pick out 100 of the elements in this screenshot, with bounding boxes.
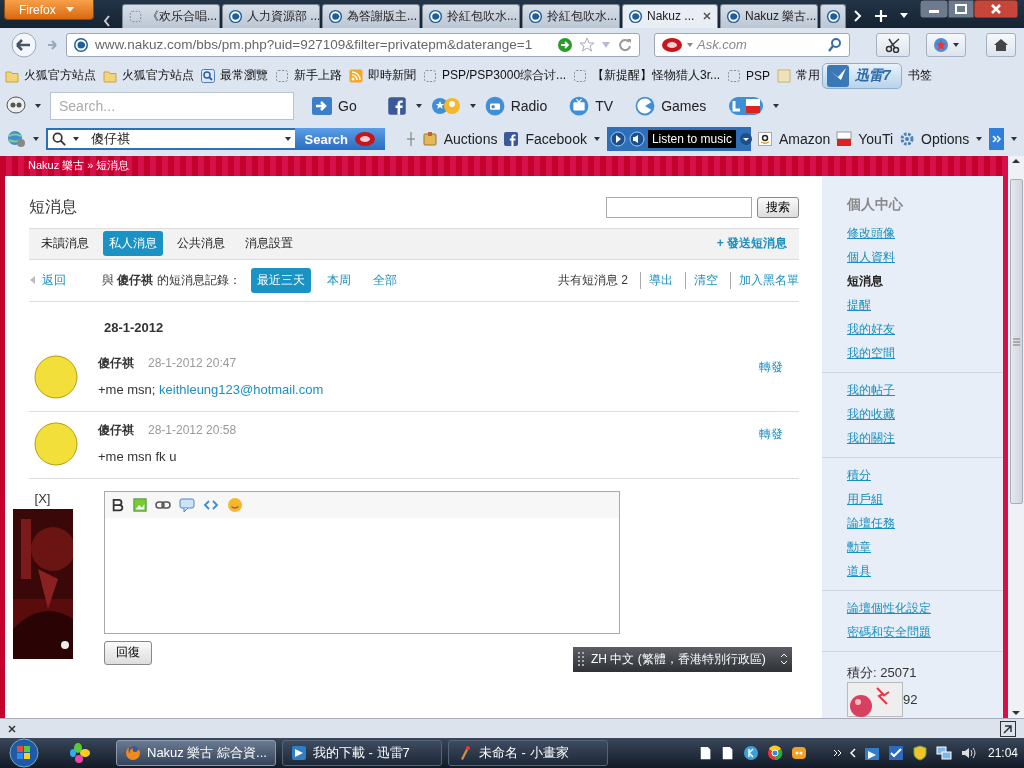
toolbar-link[interactable]: TV [569,96,614,117]
chrome-icon[interactable] [766,745,783,761]
scissors-button[interactable] [876,32,910,57]
go-button[interactable]: Go [312,97,357,116]
forward-link[interactable]: 轉發 [759,358,783,399]
reload-icon[interactable] [617,36,633,53]
toolbar-link[interactable]: Amazon [756,131,831,148]
caret-icon[interactable] [284,137,291,142]
message-tab[interactable]: 公共消息 [171,231,231,257]
search-button[interactable]: 搜索 [757,197,799,219]
search-field[interactable] [606,197,752,219]
range-filter[interactable]: 全部 [366,267,403,293]
globe-icon[interactable] [6,129,26,150]
star-icon[interactable] [579,36,595,53]
facebook-icon[interactable] [386,96,407,117]
music-player[interactable]: Listen to music [606,127,751,152]
pinwheel-icon[interactable] [70,743,90,763]
toolbar-link[interactable]: Radio [484,96,548,117]
search-field[interactable]: Ask.com [654,32,850,57]
bookmark-item[interactable]: PSP/PSP3000综合讨... [422,67,567,85]
taskbar-button[interactable]: 未命名 - 小畫家 [448,740,608,766]
smiley-icon[interactable] [227,496,243,513]
check-shield-icon[interactable] [887,745,904,761]
back-link[interactable]: 返回 [42,271,66,289]
scroll-thumb[interactable] [1009,179,1023,505]
close-ad-link[interactable]: [X] [34,490,51,506]
toolbar-link[interactable]: Games [635,96,707,117]
browser-tab[interactable]: Nakuz 樂古... [720,3,818,28]
social-icons[interactable] [728,95,765,118]
bookmark-item[interactable]: 【新提醒】怪物猎人3r... [572,67,721,85]
chevron-icon[interactable] [832,749,842,757]
browser-tab[interactable]: 《欢乐合唱... [122,3,220,28]
toolbar-link[interactable]: Options [899,131,970,148]
toolbar-link[interactable]: Auctions [421,131,498,148]
message-tab[interactable]: 消息設置 [239,231,299,257]
chat-face-icon[interactable] [790,745,807,761]
bookmark-item[interactable]: 最常瀏覽 [200,67,268,85]
sidebar-link[interactable]: 短消息 [847,273,883,291]
message-tab[interactable]: 未讀消息 [35,231,95,257]
scroll-left-icon[interactable] [102,13,112,28]
forward-link[interactable]: 轉發 [759,425,783,466]
close-icon[interactable] [8,724,16,733]
play-icon[interactable] [609,131,626,148]
taskbar-button[interactable]: Nakuz 樂古 綜合資... [116,740,276,766]
minimize-icon[interactable] [920,0,948,18]
address-field[interactable]: www.nakuz.com/bbs/pm.php?uid=927109&filter=privatepm&daterange=1 [66,32,640,57]
quote-bubble-icon[interactable] [179,496,195,513]
volume-icon[interactable] [959,745,976,761]
close-icon[interactable] [974,0,1018,18]
chat-bubble-icon[interactable] [6,96,26,117]
bold-icon[interactable] [111,496,125,513]
smiley-star-icon[interactable] [430,96,461,117]
browser-tab[interactable]: Nakuz ... [622,3,718,28]
action-link[interactable]: 導出 [640,271,673,289]
grip-icon[interactable] [577,651,585,668]
options-icon[interactable] [780,653,788,666]
action-link[interactable]: 清空 [685,271,718,289]
search-button[interactable]: Search [294,128,385,151]
document-icon[interactable] [720,745,735,761]
bookmark-item[interactable]: 书签 [908,67,933,85]
maximize-icon[interactable] [948,0,974,18]
shield-icon[interactable] [911,745,928,761]
back-icon[interactable] [8,31,40,58]
close-tab-icon[interactable] [702,11,712,22]
email-link[interactable]: keithleung123@hotmail.com [159,381,324,397]
tab-list-caret-icon[interactable] [900,13,908,19]
toolbar-link[interactable]: YouTi [836,131,894,148]
show-hidden-icon[interactable] [849,748,856,758]
popout-icon[interactable] [1000,720,1016,737]
taskbar-button[interactable]: 我的下載 - 迅雷7 [282,740,442,766]
scroll-right-icon[interactable] [852,8,862,23]
scroll-down-icon[interactable] [1011,710,1021,716]
new-tab-icon[interactable] [874,8,888,23]
search-icon[interactable] [827,36,843,53]
bookmark-item[interactable]: 新手上路 [274,67,342,85]
bookmark-item[interactable]: 火狐官方站点 [102,67,194,85]
browser-tab[interactable]: 拎紅包吹水... [522,3,620,28]
bookmark-item[interactable]: 常用 [776,67,821,85]
range-filter[interactable]: 本周 [320,267,357,293]
more-tools-button[interactable] [989,128,1004,151]
browser-tab[interactable]: 為答謝版主... [322,3,420,28]
volume-icon[interactable] [628,131,645,148]
k-circle-icon[interactable] [742,745,759,761]
dropdown-caret-icon[interactable] [738,132,753,147]
download-badge[interactable]: 迅雷7 [822,62,903,89]
browser-tab[interactable]: 人力資源部 ... [222,3,320,28]
bookmark-item[interactable]: 火狐官方站点 [4,67,96,85]
bookmark-item[interactable]: 即時新聞 [348,67,416,85]
grip-icon[interactable] [405,131,416,148]
action-link[interactable]: 加入黑名單 [730,271,799,289]
reply-button[interactable]: 回復 [104,640,152,665]
bookmark-item[interactable]: PSP [726,67,771,84]
network-icon[interactable] [935,745,952,761]
document-icon[interactable] [698,745,713,761]
home-button[interactable] [986,32,1016,57]
addon-button[interactable] [926,32,966,57]
toolbar-link[interactable]: Facebook [503,131,587,148]
browser-tab[interactable] [820,3,846,28]
search-combo-field[interactable]: 傻仔祺 [46,128,297,151]
browser-tab[interactable]: 拎紅包吹水... [422,3,520,28]
